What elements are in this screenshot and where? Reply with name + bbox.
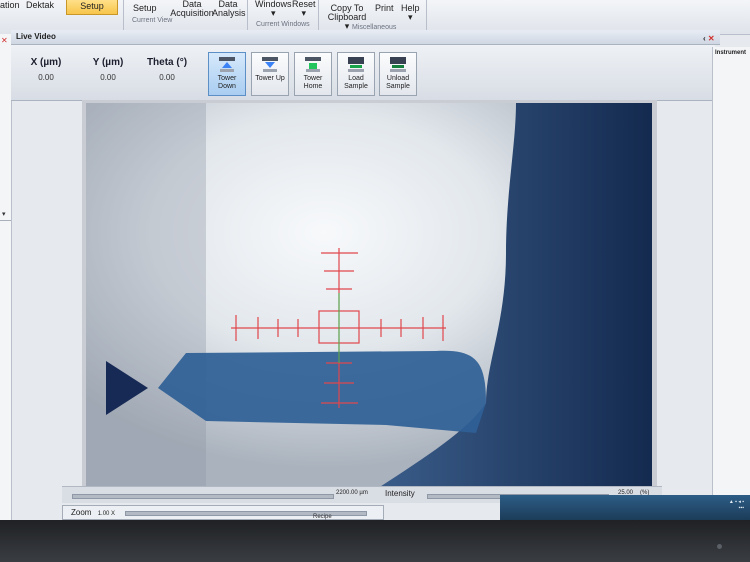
left-panel: ✕ ▾ [0, 34, 12, 520]
ribbon-separator [318, 0, 319, 32]
tower-home-button[interactable]: Tower Home [294, 52, 332, 96]
dropdown-arrow-icon[interactable]: ▾ [2, 210, 6, 218]
tower-down-button[interactable]: Tower Down [208, 52, 246, 96]
live-video-feed[interactable] [86, 103, 652, 496]
application-window: ation Dektak Setup Setup Data Acquisitio… [0, 0, 750, 520]
reset-menu[interactable]: Reset ▾ [292, 0, 316, 18]
tower-down-icon [219, 57, 235, 72]
live-video-title: Live Video [16, 32, 56, 41]
bezel-indicator [717, 544, 722, 549]
tower-home-icon [305, 57, 321, 72]
close-icon[interactable]: ✕ [708, 34, 715, 43]
load-sample-icon [348, 57, 364, 72]
ribbon-separator [247, 0, 248, 32]
collapse-icon[interactable]: ‹ [703, 34, 706, 43]
tower-up-icon [262, 57, 278, 72]
zoom-value: 1.00 X [97, 511, 116, 517]
theta-coordinate: Theta (°) 0.00 [146, 57, 188, 82]
system-tray[interactable]: ▲ ▪ ◂ ▪ ▪▪▪ [729, 499, 744, 511]
setup-tab-active[interactable]: Setup [66, 0, 118, 15]
y-coordinate: Y (µm) 0.00 [92, 57, 124, 82]
x-coordinate: X (µm) 0.00 [30, 57, 62, 82]
setup-button[interactable]: Setup [133, 4, 157, 13]
data-acquisition-button[interactable]: Data Acquisition [170, 0, 214, 18]
unload-sample-icon [390, 57, 406, 72]
divider [0, 220, 11, 221]
ribbon-separator [123, 0, 124, 32]
group-current-view: Current View [132, 17, 173, 24]
zoom-label: Zoom [71, 508, 92, 517]
zoom-control: Zoom 1.00 X [62, 505, 384, 520]
intensity-label: Intensity [385, 489, 415, 498]
monitor-bezel [0, 520, 750, 562]
instrument-panel: Instrument [712, 47, 750, 520]
microscope-image [86, 103, 652, 496]
calibration-tab[interactable]: ation [0, 1, 20, 10]
panel-controls: ‹ ✕ [703, 32, 715, 46]
unload-sample-button[interactable]: Unload Sample [379, 52, 417, 96]
scan-length-slider[interactable] [72, 494, 334, 499]
print-button[interactable]: Print [375, 4, 394, 13]
dektak-tab[interactable]: Dektak [26, 1, 54, 10]
help-button[interactable]: Help ▾ [401, 4, 420, 22]
scan-length-value: 2200.00 µm [336, 490, 368, 496]
data-analysis-button[interactable]: Data Analysis [212, 0, 246, 18]
close-icon[interactable]: ✕ [1, 36, 8, 45]
instrument-panel-title: Instrument [715, 50, 747, 56]
load-sample-button[interactable]: Load Sample [337, 52, 375, 96]
tower-up-button[interactable]: Tower Up [251, 52, 289, 96]
ribbon-separator [426, 0, 427, 32]
video-frame [82, 100, 657, 500]
stage-toolbar: X (µm) 0.00 Y (µm) 0.00 Theta (°) 0.00 T… [11, 45, 715, 101]
os-taskbar: ▲ ▪ ◂ ▪ ▪▪▪ [500, 495, 750, 520]
windows-menu[interactable]: Windows ▾ [255, 0, 292, 18]
group-current-windows: Current Windows [256, 21, 310, 28]
live-video-titlebar: Live Video ‹ ✕ [11, 30, 720, 45]
